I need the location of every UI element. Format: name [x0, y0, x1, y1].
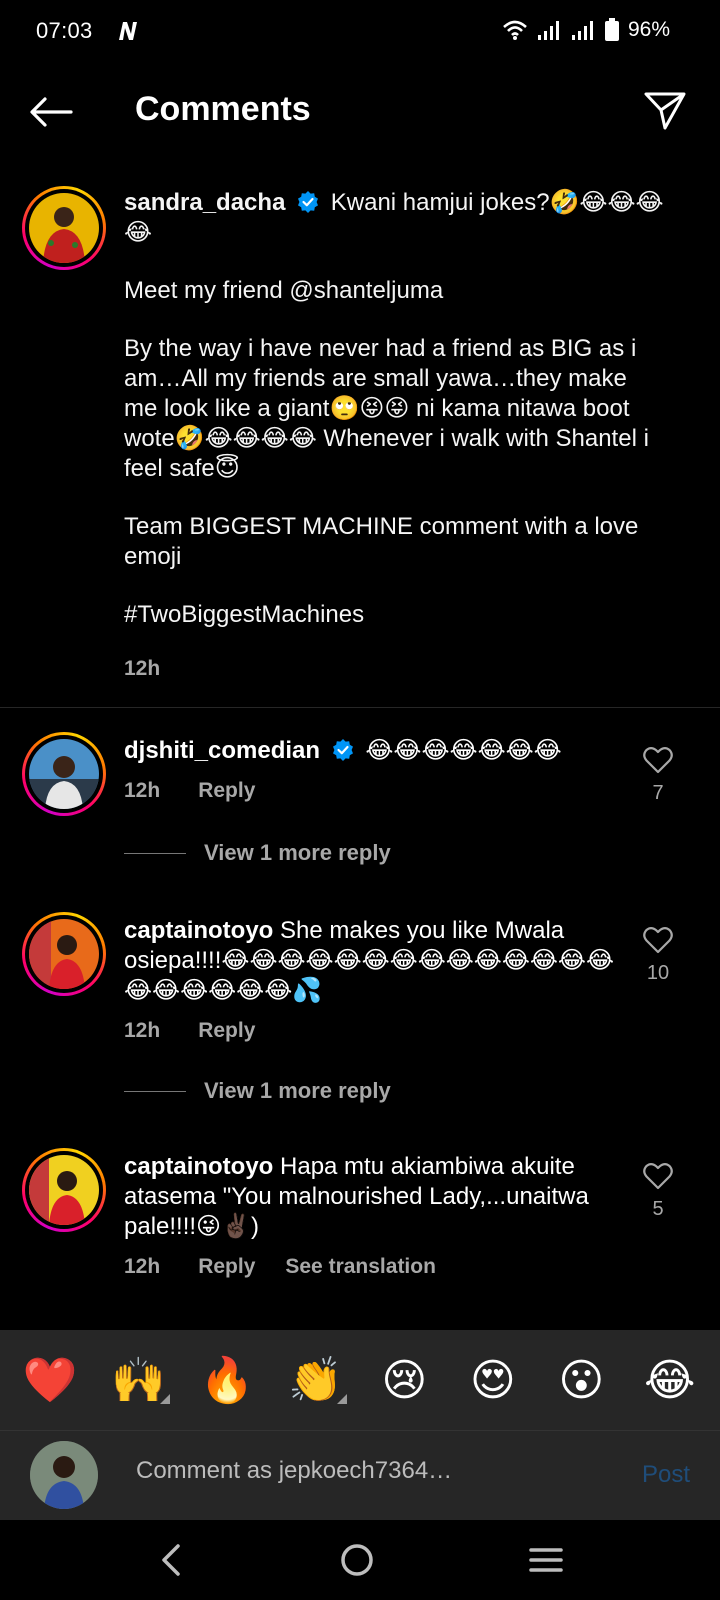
comment-body: captainotoyo She makes you like Mwala os…: [124, 916, 624, 1046]
profile-picture: [29, 919, 99, 989]
like-button[interactable]: 7: [636, 746, 680, 805]
reply-button[interactable]: Reply: [198, 776, 255, 806]
emoji-laughing[interactable]: 😂: [635, 1355, 705, 1406]
comment-body: captainotoyo Hapa mtu akiambiwa akuite a…: [124, 1152, 624, 1282]
emoji-surprised[interactable]: 😮: [546, 1355, 616, 1406]
verified-badge-icon: [332, 739, 353, 761]
like-count: 10: [646, 962, 670, 984]
comment-item: captainotoyo She makes you like Mwala os…: [0, 912, 720, 1112]
comment-composer: Comment as jepkoech7364… Post: [0, 1430, 720, 1520]
comment-username[interactable]: captainotoyo: [124, 917, 273, 944]
paper-plane-icon: [644, 92, 686, 130]
nav-back-icon[interactable]: [156, 1542, 186, 1578]
emoji-raised-hands-glyph: 🙌: [111, 1356, 167, 1405]
comment-input[interactable]: Comment as jepkoech7364…: [136, 1457, 452, 1485]
nav-home-icon[interactable]: [339, 1542, 375, 1578]
verified-badge-icon: [298, 191, 319, 213]
like-button[interactable]: 5: [636, 1162, 680, 1221]
status-bar: 07:03 96%: [0, 0, 720, 62]
emoji-heart-eyes[interactable]: 😍: [458, 1355, 528, 1406]
caption-paragraph: By the way i have never had a friend as …: [124, 335, 649, 482]
view-more-replies-label[interactable]: View 1 more reply: [204, 840, 391, 866]
skin-tone-indicator: [159, 1394, 170, 1404]
profile-picture: [29, 1155, 99, 1225]
caption-hashtag[interactable]: #TwoBiggestMachines: [124, 600, 664, 630]
share-button[interactable]: [640, 86, 690, 136]
like-count: 5: [652, 1198, 664, 1220]
profile-picture: [29, 739, 99, 809]
nav-menu-icon[interactable]: [528, 1545, 564, 1575]
username[interactable]: sandra_dacha: [124, 189, 285, 216]
view-more-replies[interactable]: View 1 more reply: [124, 1078, 391, 1104]
avatar[interactable]: [22, 732, 106, 816]
reply-button[interactable]: Reply: [198, 1252, 255, 1282]
page-title: Comments: [135, 90, 311, 128]
status-icons: 96%: [502, 18, 670, 42]
divider: [124, 1090, 186, 1092]
skin-tone-indicator: [336, 1394, 347, 1404]
post-caption: sandra_dacha Kwani hamjui jokes?🤣😂😂😂😂 Me…: [0, 180, 720, 708]
like-button[interactable]: 10: [636, 926, 680, 985]
caption-paragraph: Team BIGGEST MACHINE comment with a love…: [124, 513, 639, 570]
see-translation-button[interactable]: See translation: [285, 1252, 436, 1282]
view-more-replies-label[interactable]: View 1 more reply: [204, 1078, 391, 1104]
reply-button[interactable]: Reply: [198, 1016, 255, 1046]
divider: [124, 852, 186, 854]
signal-icon: [537, 21, 559, 40]
profile-picture: [29, 193, 99, 263]
netflix-notification-icon: [119, 22, 137, 40]
back-button[interactable]: [22, 88, 80, 136]
current-user-avatar: [30, 1441, 98, 1509]
comment-time: 12h: [124, 1255, 161, 1278]
arrow-left-icon: [30, 97, 73, 127]
heart-icon: [643, 1163, 673, 1190]
post-button[interactable]: Post: [642, 1461, 690, 1489]
system-nav-bar: [0, 1520, 720, 1600]
emoji-clap[interactable]: 👏: [281, 1354, 351, 1406]
battery-level: 96%: [627, 18, 670, 41]
wifi-icon: [503, 20, 527, 40]
comment-time: 12h: [124, 779, 161, 802]
heart-icon: [643, 927, 673, 954]
header: Comments: [0, 72, 720, 152]
heart-icon: [643, 747, 673, 774]
comment-body: djshiti_comedian 😂😂😂😂😂😂😂 12h Reply: [124, 736, 624, 806]
signal-icon-2: [571, 21, 593, 40]
comment-username[interactable]: captainotoyo: [124, 1153, 273, 1180]
emoji-raised-hands[interactable]: 🙌: [104, 1354, 174, 1406]
avatar[interactable]: [22, 912, 106, 996]
emoji-crying[interactable]: 😢: [369, 1355, 439, 1406]
emoji-heart[interactable]: ❤️: [15, 1354, 85, 1406]
comment-time: 12h: [124, 1019, 161, 1042]
emoji-fire[interactable]: 🔥: [192, 1354, 262, 1406]
battery-icon: [604, 18, 619, 41]
like-count: 7: [652, 782, 664, 804]
avatar[interactable]: [22, 186, 106, 270]
avatar[interactable]: [22, 1148, 106, 1232]
comment-item: djshiti_comedian 😂😂😂😂😂😂😂 12h Reply 7 Vie…: [0, 732, 720, 882]
comment-item: captainotoyo Hapa mtu akiambiwa akuite a…: [0, 1148, 720, 1318]
emoji-clap-glyph: 👏: [288, 1356, 344, 1405]
caption-text: sandra_dacha Kwani hamjui jokes?🤣😂😂😂😂 Me…: [124, 188, 664, 684]
caption-paragraph: Meet my friend @shanteljuma: [124, 277, 444, 304]
view-more-replies[interactable]: View 1 more reply: [124, 840, 391, 866]
comment-username[interactable]: djshiti_comedian: [124, 737, 320, 764]
caption-time: 12h: [124, 657, 161, 680]
comment-text: 😂😂😂😂😂😂😂: [365, 737, 562, 764]
emoji-quick-bar: ❤️ 🙌 🔥 👏 😢 😍 😮 😂: [0, 1330, 720, 1430]
status-time: 07:03: [36, 18, 93, 43]
